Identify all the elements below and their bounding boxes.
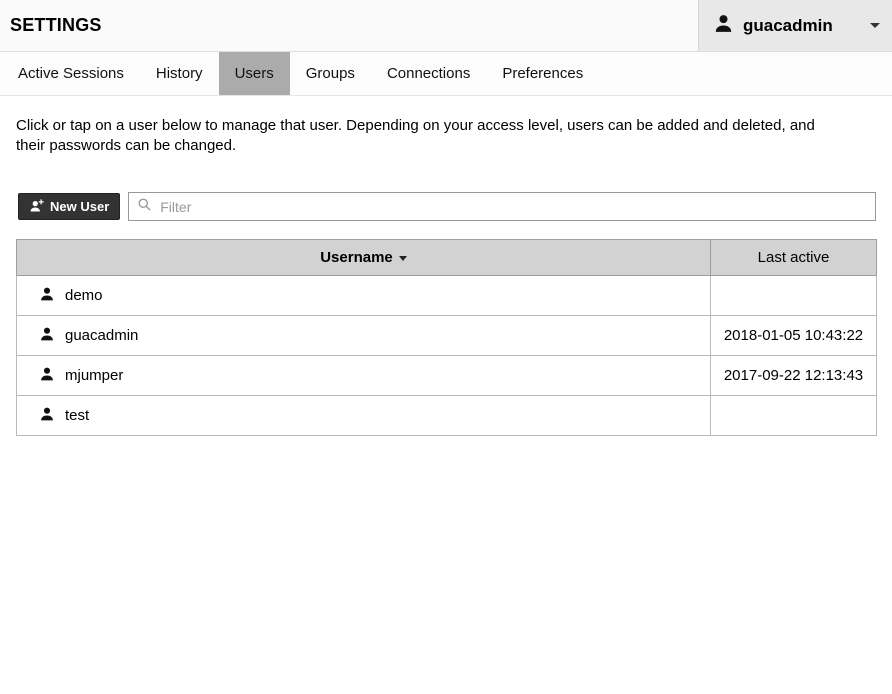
last-active-cell: 2017-09-22 12:13:43	[711, 356, 877, 396]
username-text: mjumper	[65, 367, 123, 384]
user-icon	[39, 286, 55, 306]
tab-groups[interactable]: Groups	[290, 52, 371, 95]
user-menu-username: guacadmin	[743, 16, 833, 36]
username-text: demo	[65, 287, 103, 304]
users-table-header-row: Username Last active	[17, 240, 877, 276]
filter-input[interactable]	[160, 199, 867, 215]
table-row-test[interactable]: test	[17, 396, 877, 436]
username-cell: guacadmin	[17, 326, 710, 346]
page-title: SETTINGS	[0, 15, 102, 36]
column-header-username[interactable]: Username	[17, 240, 711, 276]
tab-connections[interactable]: Connections	[371, 52, 486, 95]
filter-field-container	[128, 192, 876, 221]
username-text: guacadmin	[65, 327, 138, 344]
tab-active-sessions[interactable]: Active Sessions	[2, 52, 140, 95]
last-active-cell	[711, 276, 877, 316]
last-active-cell: 2018-01-05 10:43:22	[711, 316, 877, 356]
username-cell: test	[17, 406, 710, 426]
user-controls-row: New User	[16, 192, 876, 221]
username-text: test	[65, 407, 89, 424]
column-header-last-active-label: Last active	[758, 249, 830, 266]
main-content: Click or tap on a user below to manage t…	[0, 96, 892, 436]
header-bar: SETTINGS guacadmin	[0, 0, 892, 52]
column-header-username-label: Username	[320, 249, 393, 266]
username-cell: mjumper	[17, 366, 710, 386]
new-user-button-label: New User	[50, 199, 109, 214]
user-icon	[39, 326, 55, 346]
column-header-last-active[interactable]: Last active	[711, 240, 877, 276]
tab-preferences[interactable]: Preferences	[486, 52, 599, 95]
chevron-down-icon	[870, 23, 880, 28]
tab-users[interactable]: Users	[219, 52, 290, 95]
table-row-mjumper[interactable]: mjumper 2017-09-22 12:13:43	[17, 356, 877, 396]
settings-tabbar: Active Sessions History Users Groups Con…	[0, 52, 892, 96]
username-cell: demo	[17, 286, 710, 306]
page-description: Click or tap on a user below to manage t…	[16, 116, 846, 156]
tab-history[interactable]: History	[140, 52, 219, 95]
user-icon	[39, 406, 55, 426]
search-icon	[137, 197, 152, 217]
add-user-icon	[29, 198, 44, 216]
table-row-demo[interactable]: demo	[17, 276, 877, 316]
user-icon	[39, 366, 55, 386]
table-row-guacadmin[interactable]: guacadmin 2018-01-05 10:43:22	[17, 316, 877, 356]
user-menu[interactable]: guacadmin	[698, 0, 892, 51]
users-table: Username Last active demo	[16, 239, 877, 436]
last-active-cell	[711, 396, 877, 436]
user-icon	[713, 13, 734, 39]
new-user-button[interactable]: New User	[18, 193, 120, 220]
sort-caret-down-icon	[399, 256, 407, 261]
